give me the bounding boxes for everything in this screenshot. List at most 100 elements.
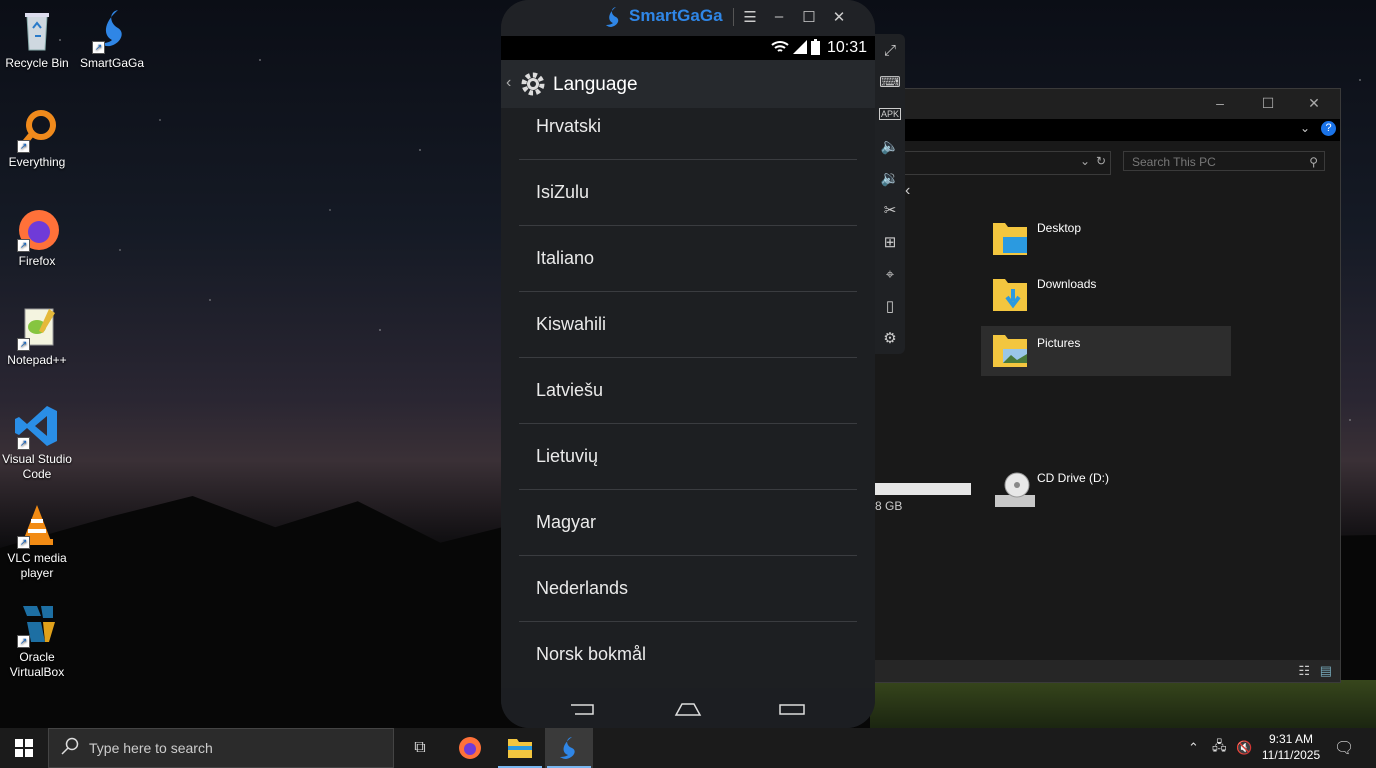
large-icons-view-icon[interactable]: ▤	[1320, 663, 1332, 679]
list-item[interactable]: Latviešu	[519, 358, 857, 424]
desktop-icon-firefox[interactable]: ↗ Firefox	[0, 204, 74, 269]
collapse-toolbar-chevron-icon[interactable]: ‹	[905, 182, 919, 208]
drive-usage-bar	[875, 483, 971, 495]
desktop-folder-icon	[991, 219, 1029, 257]
add-window-icon[interactable]: ⊞	[875, 226, 905, 258]
virtualbox-icon: ↗	[13, 600, 61, 648]
explorer-statusbar: ☷ ▤	[871, 660, 1340, 682]
desktop-icon-everything[interactable]: ↗ Everything	[0, 105, 74, 170]
maximize-icon[interactable]: ☐	[797, 8, 821, 26]
list-item[interactable]: Norsk bokmål	[519, 622, 857, 688]
list-item[interactable]: Magyar	[519, 490, 857, 556]
desktop-icon-label: Oracle VirtualBox	[9, 650, 65, 679]
help-icon[interactable]: ?	[1321, 121, 1336, 136]
divider	[733, 8, 734, 26]
details-view-icon[interactable]: ☷	[1298, 663, 1310, 679]
back-caret-icon[interactable]: ‹	[506, 74, 511, 92]
language-label: IsiZulu	[536, 182, 590, 202]
shortcut-arrow-icon: ↗	[17, 437, 30, 450]
network-icon[interactable]: 🖧	[1212, 728, 1227, 768]
scissors-icon[interactable]: ✂	[875, 194, 905, 226]
recents-nav-icon[interactable]	[778, 702, 806, 721]
back-nav-icon[interactable]	[569, 702, 597, 721]
status-clock: 10:31	[826, 39, 867, 56]
close-icon[interactable]: ✕	[1299, 95, 1329, 112]
taskbar-file-explorer[interactable]	[496, 728, 544, 768]
folder-desktop[interactable]: Desktop	[981, 219, 1231, 267]
desktop-icon-vscode[interactable]: ↗ Visual Studio Code	[0, 402, 74, 482]
explorer-titlebar: – ☐ ✕	[871, 89, 1340, 119]
clock-time: 9:31 AM	[1268, 732, 1314, 746]
taskbar-firefox[interactable]	[446, 728, 494, 768]
settings-icon[interactable]: ⚙	[875, 322, 905, 354]
taskbar-search-placeholder: Type here to search	[89, 740, 213, 756]
search-icon	[61, 737, 79, 760]
address-bar[interactable]: ⌄ ↻	[871, 151, 1111, 175]
firefox-icon	[459, 737, 481, 759]
wifi-icon	[771, 39, 789, 60]
folder-pictures[interactable]: Pictures	[981, 326, 1231, 376]
fullscreen-icon[interactable]: ⤢	[875, 34, 905, 66]
volume-muted-icon[interactable]: 🔇	[1236, 728, 1252, 768]
cd-drive[interactable]: CD Drive (D:)	[981, 469, 1231, 517]
signal-icon	[793, 40, 807, 59]
battery-icon	[811, 39, 820, 60]
taskbar-clock[interactable]: 9:31 AM 11/11/2025	[1255, 731, 1327, 763]
smartgaga-logo-icon	[603, 6, 623, 33]
taskbar-smartgaga[interactable]	[545, 728, 593, 768]
desktop-icon-label: Everything	[8, 155, 66, 169]
list-item[interactable]: Lietuvių	[519, 424, 857, 490]
settings-action-bar[interactable]: ‹ Language	[501, 60, 875, 108]
desktop-icon-recycle-bin[interactable]: Recycle Bin	[0, 6, 74, 71]
android-status-bar: 10:31	[501, 36, 875, 60]
taskbar-search-box[interactable]: Type here to search	[48, 728, 394, 768]
keyboard-icon[interactable]: ⌨	[875, 66, 905, 98]
task-view-icon: ⧉	[414, 739, 426, 756]
volume-up-icon[interactable]: 🔈	[875, 130, 905, 162]
volume-down-icon[interactable]: 🔉	[875, 162, 905, 194]
notifications-icon[interactable]: 🗨	[1334, 728, 1354, 768]
show-hidden-icons-chevron-icon[interactable]: ⌃	[1188, 728, 1199, 768]
start-button[interactable]	[0, 728, 48, 768]
smartgaga-icon	[560, 737, 575, 759]
notepad-plus-plus-icon: ↗	[13, 303, 61, 351]
task-view-button[interactable]: ⧉	[396, 728, 444, 768]
menu-icon[interactable]: ☰	[738, 8, 762, 26]
home-nav-icon[interactable]	[674, 702, 702, 721]
list-item[interactable]: Italiano	[519, 226, 857, 292]
refresh-icon[interactable]: ↻	[1096, 154, 1106, 168]
recycle-bin-icon	[13, 6, 61, 54]
location-icon[interactable]: ⌖	[875, 258, 905, 290]
desktop-icon-smartgaga[interactable]: ↗ SmartGaGa	[75, 6, 149, 71]
explorer-search-input[interactable]: Search This PC ⚲	[1123, 151, 1325, 171]
desktop-icon-label: Recycle Bin	[5, 56, 69, 70]
maximize-icon[interactable]: ☐	[1253, 95, 1283, 112]
file-explorer-window[interactable]: – ☐ ✕ ⌄ ? ⌄ ↻ Search This PC ⚲ Desktop D…	[870, 88, 1341, 683]
shortcut-arrow-icon: ↗	[17, 239, 30, 252]
explorer-ribbon: ⌄ ?	[871, 119, 1340, 141]
cd-drive-icon	[991, 469, 1035, 507]
downloads-folder-icon	[991, 275, 1029, 313]
emulator-brand: SmartGaGa	[629, 6, 723, 25]
apk-icon[interactable]: APK	[875, 98, 905, 130]
minimize-icon[interactable]: –	[767, 8, 791, 25]
desktop-icon-vlc[interactable]: ↗ VLC media player	[0, 501, 74, 581]
chevron-down-icon[interactable]: ⌄	[1080, 154, 1090, 168]
smartgaga-emulator-window[interactable]: SmartGaGa ☰ – ☐ ✕ 10:31 ‹ Language Hrvat…	[501, 0, 875, 728]
language-label: Latviešu	[536, 380, 604, 400]
folder-downloads[interactable]: Downloads	[981, 275, 1231, 323]
list-item[interactable]: Hrvatski	[519, 108, 857, 160]
desktop-icon-label: VLC media player	[7, 551, 67, 580]
language-list[interactable]: Hrvatski IsiZulu Italiano Kiswahili Latv…	[501, 108, 875, 688]
list-item[interactable]: Nederlands	[519, 556, 857, 622]
list-item[interactable]: IsiZulu	[519, 160, 857, 226]
minimize-icon[interactable]: –	[1205, 95, 1235, 111]
emulator-side-toolbar: ⤢ ⌨ APK 🔈 🔉 ✂ ⊞ ⌖ ▯ ⚙	[875, 34, 905, 354]
list-item[interactable]: Kiswahili	[519, 292, 857, 358]
chevron-down-icon[interactable]: ⌄	[1300, 121, 1310, 135]
desktop-icon-virtualbox[interactable]: ↗ Oracle VirtualBox	[0, 600, 74, 680]
close-icon[interactable]: ✕	[827, 8, 851, 26]
shake-icon[interactable]: ▯	[875, 290, 905, 322]
language-label: Magyar	[536, 512, 597, 532]
desktop-icon-notepad-plus-plus[interactable]: ↗ Notepad++	[0, 303, 74, 368]
